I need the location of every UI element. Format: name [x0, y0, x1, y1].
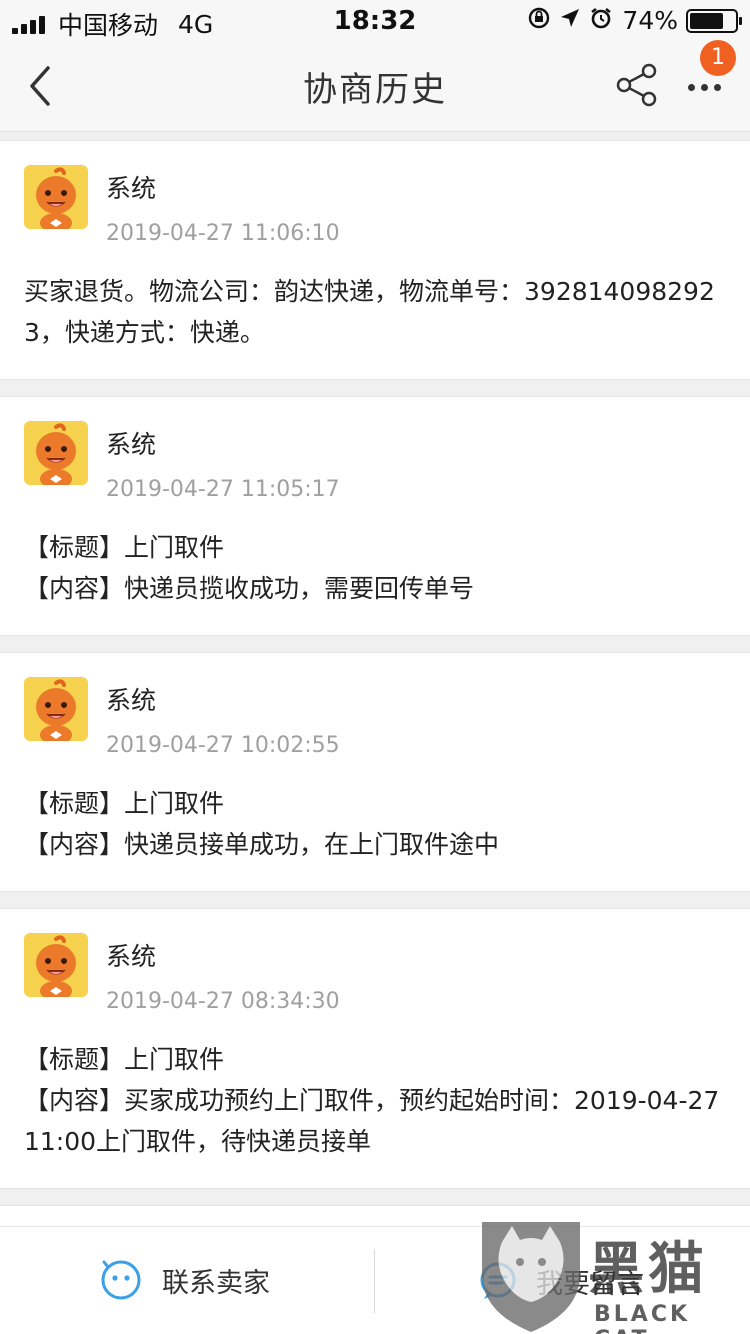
record-body: 【标题】上门取件 【内容】快递员接单成功，在上门取件途中 — [24, 789, 500, 859]
alarm-icon — [590, 7, 612, 35]
record-header: 系统 2019-04-27 08:34:30 — [24, 933, 726, 1025]
history-record: 系统 2019-04-27 10:02:55 【标题】上门取件 【内容】快递员接… — [0, 652, 750, 892]
cat-shield-logo — [482, 1222, 580, 1332]
history-list[interactable]: 系统 2019-04-27 11:06:10 买家退货。物流公司：韵达快递，物流… — [0, 140, 750, 1226]
record-body: 【标题】上门取件 【内容】快递员揽收成功，需要回传单号 — [24, 533, 475, 603]
history-record: 系统 2019-04-27 11:05:17 【标题】上门取件 【内容】快递员揽… — [0, 396, 750, 636]
history-record: 系统 2019-04-27 08:34:30 【标题】上门取件 【内容】买家成功… — [0, 908, 750, 1189]
record-time: 2019-04-27 10:02:55 — [106, 733, 340, 758]
record-time: 2019-04-27 08:34:30 — [106, 989, 340, 1014]
battery-icon — [686, 8, 742, 33]
system-avatar-icon — [24, 933, 88, 997]
record-body: 【标题】上门取件 【内容】买家成功预约上门取件，预约起始时间：2019-04-2… — [24, 1045, 720, 1156]
record-header: 系统 2019-04-27 11:06:10 — [24, 165, 726, 257]
orientation-lock-icon — [528, 7, 550, 35]
share-button[interactable] — [614, 62, 660, 108]
record-body: 买家退货。物流公司：韵达快递，物流单号：3928140982923，快递方式：快… — [24, 277, 715, 347]
status-bar-right: 74% — [528, 6, 742, 35]
chat-face-icon — [101, 1260, 141, 1300]
location-icon — [560, 8, 580, 34]
record-author: 系统 — [106, 430, 157, 459]
watermark-text-en: BLACK CAT — [594, 1302, 691, 1334]
record-time: 2019-04-27 11:05:17 — [106, 477, 340, 502]
system-avatar-icon — [24, 165, 88, 229]
status-bar: 中国移动 4G 18:32 74% — [0, 0, 750, 40]
black-cat-watermark: 黑猫 BLACK CAT — [476, 1218, 750, 1334]
record-time: 2019-04-27 11:06:10 — [106, 221, 340, 246]
record-author: 系统 — [106, 686, 157, 715]
bottom-divider — [374, 1249, 375, 1313]
share-icon — [616, 63, 657, 107]
history-record: 系统 2019-04-27 11:06:10 买家退货。物流公司：韵达快递，物流… — [0, 140, 750, 380]
contact-seller-label: 联系卖家 — [162, 1267, 270, 1299]
watermark-text-cn: 黑猫 — [588, 1237, 708, 1302]
more-horizontal-icon — [688, 84, 727, 91]
record-author: 系统 — [106, 174, 157, 203]
record-author: 系统 — [106, 942, 157, 971]
record-header: 系统 2019-04-27 11:05:17 — [24, 421, 726, 513]
system-avatar-icon — [24, 677, 88, 741]
record-header: 系统 2019-04-27 10:02:55 — [24, 677, 726, 769]
nav-bar: 协商历史 — [0, 40, 750, 132]
contact-seller-button[interactable]: 联系卖家 — [100, 1259, 270, 1301]
notification-badge: 1 — [700, 40, 736, 76]
system-avatar-icon — [24, 421, 88, 485]
battery-percent: 74% — [622, 6, 678, 35]
battery-fill — [690, 12, 723, 29]
